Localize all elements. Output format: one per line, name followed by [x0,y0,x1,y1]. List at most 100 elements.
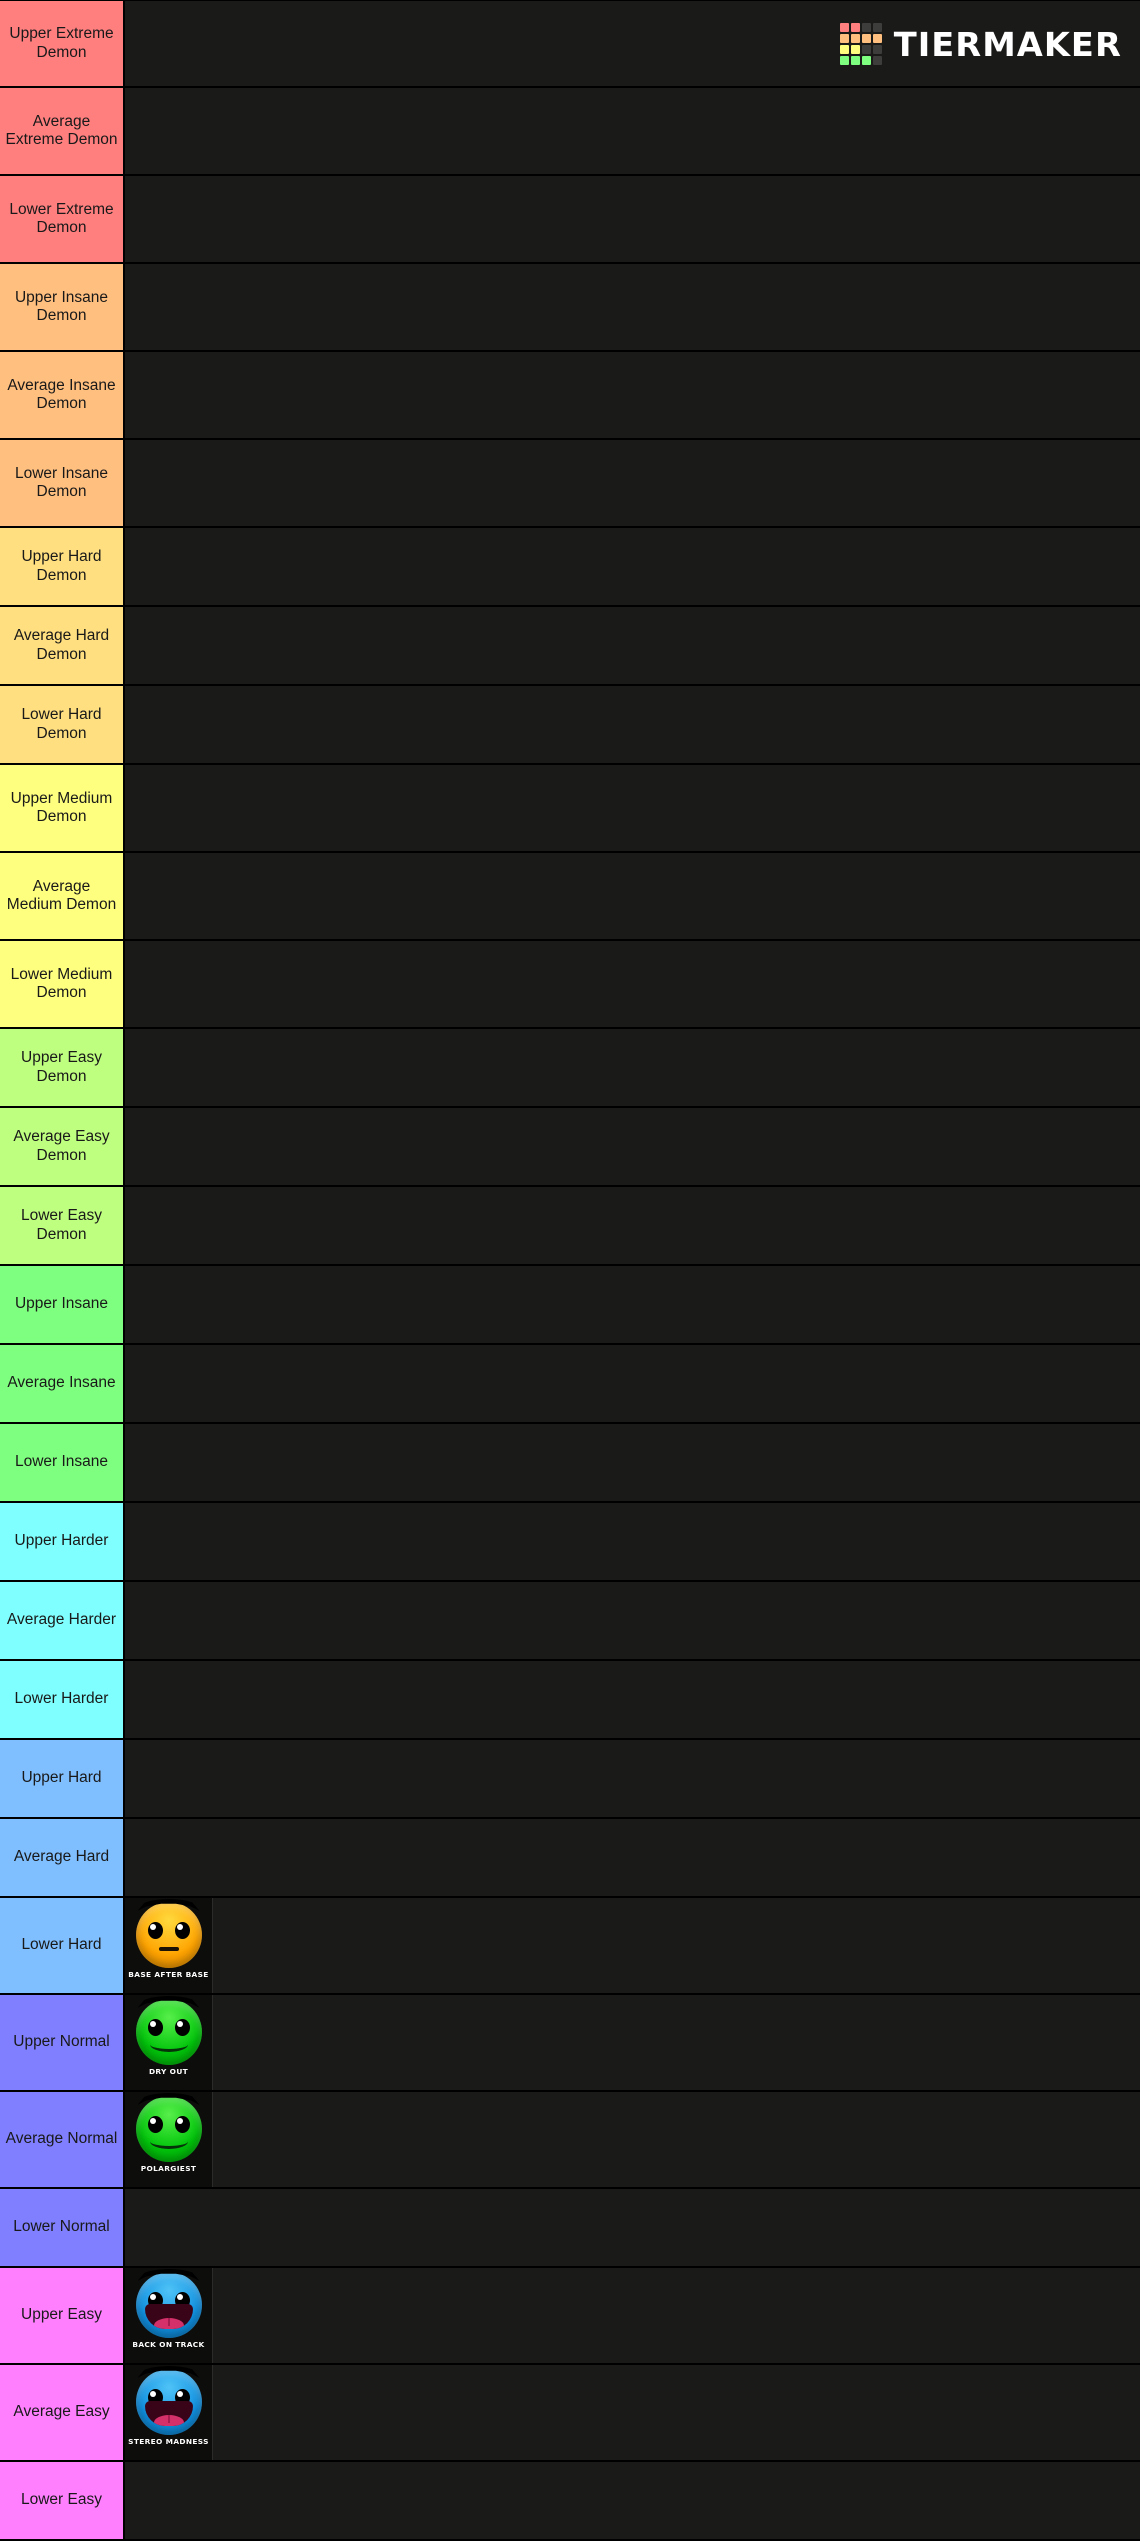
tier-row: Average Harder [0,1582,1140,1661]
tier-dropzone[interactable] [125,765,1140,851]
tier-label[interactable]: Lower Harder [0,1661,125,1738]
tier-dropzone[interactable] [125,1029,1140,1106]
tier-label[interactable]: Upper Hard Demon [0,528,125,605]
tier-label[interactable]: Lower Extreme Demon [0,176,125,262]
tier-dropzone[interactable] [125,941,1140,1027]
tier-row: Lower Easy [0,2462,1140,2541]
logo-cell-6 [862,34,872,43]
tier-label[interactable]: Average Easy Demon [0,1108,125,1185]
face-eye-right-icon [174,1921,190,1939]
face-eye-glint-icon [177,1924,183,1930]
tier-dropzone[interactable] [125,1582,1140,1659]
tier-label[interactable]: Upper Medium Demon [0,765,125,851]
tier-dropzone[interactable]: BASE AFTER BASE [125,1898,1140,1993]
tier-row: Average Normal POLARGIEST [0,2092,1140,2189]
tier-label[interactable]: Average Hard Demon [0,607,125,684]
face-tongue-icon [153,2414,184,2426]
tier-dropzone[interactable] [125,1266,1140,1343]
tier-label[interactable]: Average Easy [0,2365,125,2460]
tier-label[interactable]: Upper Insane [0,1266,125,1343]
tier-item-image [125,2365,212,2438]
tier-row: Average Hard [0,1819,1140,1898]
gd-difficulty-face-icon [135,2365,202,2435]
tier-item[interactable]: STEREO MADNESS [125,2365,213,2460]
tier-row: Lower Insane Demon [0,440,1140,528]
tier-label[interactable]: Average Normal [0,2092,125,2187]
tier-dropzone[interactable] [125,176,1140,262]
tier-dropzone[interactable] [125,1345,1140,1422]
tier-dropzone[interactable]: BACK ON TRACK [125,2268,1140,2363]
face-brow-icon [137,1898,200,1911]
tier-label[interactable]: Upper Extreme Demon [0,1,125,86]
brand-logo-link[interactable]: TierMaker [840,23,1121,65]
tier-label[interactable]: Average Hard [0,1819,125,1896]
face-eye-glint-icon [150,2294,156,2300]
tier-label[interactable]: Lower Easy Demon [0,1187,125,1264]
tier-label[interactable]: Average Extreme Demon [0,88,125,174]
tier-dropzone[interactable] [125,1503,1140,1580]
tier-dropzone[interactable] [125,1740,1140,1817]
tier-row: Upper Harder [0,1503,1140,1582]
tier-label[interactable]: Lower Medium Demon [0,941,125,1027]
tier-label[interactable]: Upper Easy [0,2268,125,2363]
tier-item[interactable]: BACK ON TRACK [125,2268,213,2363]
tier-item[interactable]: BASE AFTER BASE [125,1898,213,1993]
face-eye-right-icon [174,2018,190,2036]
tier-item[interactable]: DRY OUT [125,1995,213,2090]
face-tongue-icon [153,2317,184,2329]
tier-dropzone[interactable] [125,264,1140,350]
tier-label[interactable]: Upper Normal [0,1995,125,2090]
tier-dropzone[interactable] [125,1108,1140,1185]
face-brow-icon [137,2092,200,2105]
tier-label[interactable]: Lower Easy [0,2462,125,2539]
tier-label[interactable]: Upper Insane Demon [0,264,125,350]
tier-dropzone[interactable] [125,1819,1140,1896]
logo-cell-10 [862,45,872,54]
tier-row: Lower Hard Demon [0,686,1140,765]
tier-dropzone[interactable]: DRY OUT [125,1995,1140,2090]
tier-dropzone[interactable] [125,88,1140,174]
tier-label[interactable]: Average Insane [0,1345,125,1422]
tier-label[interactable]: Average Harder [0,1582,125,1659]
tier-item[interactable]: POLARGIEST [125,2092,213,2187]
gd-difficulty-face-icon [135,1995,202,2065]
tier-dropzone[interactable]: STEREO MADNESS [125,2365,1140,2460]
tier-label[interactable]: Lower Insane Demon [0,440,125,526]
tier-dropzone[interactable] [125,1187,1140,1264]
tier-item-caption: DRY OUT [148,2068,189,2076]
tier-row: Lower Normal [0,2189,1140,2268]
tier-label[interactable]: Lower Hard [0,1898,125,1993]
tier-label[interactable]: Average Insane Demon [0,352,125,438]
tier-dropzone[interactable] [125,1661,1140,1738]
tier-dropzone[interactable] [125,1424,1140,1501]
tier-dropzone[interactable] [125,440,1140,526]
tier-dropzone[interactable]: POLARGIEST [125,2092,1140,2187]
tier-dropzone[interactable] [125,2189,1140,2266]
face-eye-left-icon [147,1921,163,1939]
tier-row: Upper Normal DRY OUT [0,1995,1140,2092]
tier-row: Lower Extreme Demon [0,176,1140,264]
tier-dropzone[interactable] [125,352,1140,438]
face-eye-right-icon [174,2115,190,2133]
tier-dropzone[interactable] [125,2462,1140,2539]
face-brow-icon [137,2365,200,2378]
face-eye-glint-icon [150,2118,156,2124]
tier-label[interactable]: Upper Harder [0,1503,125,1580]
tier-dropzone[interactable] [125,853,1140,939]
tier-label[interactable]: Lower Insane [0,1424,125,1501]
tier-label[interactable]: Upper Hard [0,1740,125,1817]
tier-dropzone[interactable] [125,686,1140,763]
tier-row: Lower Insane [0,1424,1140,1503]
tier-dropzone[interactable] [125,607,1140,684]
tier-row: Upper Easy Demon [0,1029,1140,1108]
tier-label[interactable]: Average Medium Demon [0,853,125,939]
logo-cell-5 [851,34,861,43]
logo-cell-7 [873,34,883,43]
tier-dropzone[interactable] [125,528,1140,605]
tier-label[interactable]: Lower Normal [0,2189,125,2266]
tier-label[interactable]: Lower Hard Demon [0,686,125,763]
logo-cell-3 [873,23,883,32]
tier-label[interactable]: Upper Easy Demon [0,1029,125,1106]
logo-cell-9 [851,45,861,54]
tier-item-caption: BASE AFTER BASE [128,1971,209,1979]
